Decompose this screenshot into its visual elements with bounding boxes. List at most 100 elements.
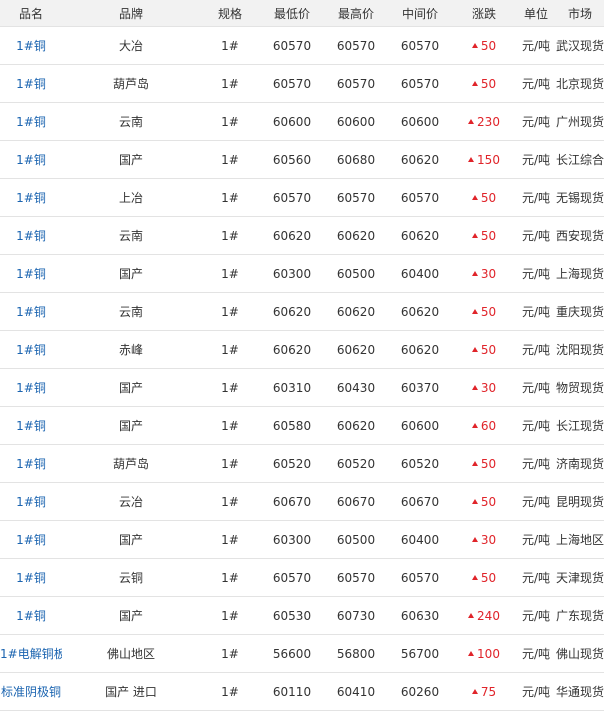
up-arrow-icon bbox=[471, 270, 478, 276]
market-cell: 长江综合 bbox=[556, 140, 604, 179]
high-price-cell: 60620 bbox=[324, 292, 388, 331]
product-name-link[interactable]: 1#铜 bbox=[0, 368, 62, 407]
low-price-cell: 60580 bbox=[260, 406, 324, 445]
market-cell: 无锡现货 bbox=[556, 178, 604, 217]
high-price-cell: 60600 bbox=[324, 102, 388, 141]
change-cell: 100 bbox=[452, 634, 516, 673]
table-row: 1#铜 葫芦岛 1# 60520 60520 60520 50 元/吨 济南现货 bbox=[0, 444, 604, 483]
unit-cell: 元/吨 bbox=[516, 64, 556, 103]
product-name-link[interactable]: 1#铜 bbox=[0, 254, 62, 293]
low-price-cell: 56600 bbox=[260, 634, 324, 673]
change-value: 230 bbox=[477, 114, 500, 129]
table-row: 1#铜 上冶 1# 60570 60570 60570 50 元/吨 无锡现货 bbox=[0, 178, 604, 217]
unit-cell: 元/吨 bbox=[516, 634, 556, 673]
brand-cell: 国产 bbox=[62, 596, 200, 635]
high-price-cell: 60500 bbox=[324, 254, 388, 293]
mid-price-cell: 60570 bbox=[388, 64, 452, 103]
change-cell: 60 bbox=[452, 406, 516, 445]
spec-cell: 1# bbox=[200, 292, 260, 331]
mid-price-cell: 60570 bbox=[388, 26, 452, 65]
table-row: 1#铜 大冶 1# 60570 60570 60570 50 元/吨 武汉现货 bbox=[0, 26, 604, 65]
table-row: 1#铜 云铜 1# 60570 60570 60570 50 元/吨 天津现货 bbox=[0, 558, 604, 597]
table-row: 1#铜 云南 1# 60620 60620 60620 50 元/吨 重庆现货 bbox=[0, 292, 604, 331]
change-value: 50 bbox=[480, 190, 497, 205]
product-name-link[interactable]: 1#铜 bbox=[0, 216, 62, 255]
product-name-link[interactable]: 1#电解铜板 bbox=[0, 634, 62, 673]
spec-cell: 1# bbox=[200, 368, 260, 407]
product-name-link[interactable]: 1#铜 bbox=[0, 482, 62, 521]
high-price-cell: 60500 bbox=[324, 520, 388, 559]
low-price-cell: 60300 bbox=[260, 520, 324, 559]
product-name-link[interactable]: 1#铜 bbox=[0, 444, 62, 483]
high-price-cell: 60570 bbox=[324, 26, 388, 65]
col-header-unit: 单位 bbox=[516, 0, 556, 27]
low-price-cell: 60620 bbox=[260, 330, 324, 369]
product-name-link[interactable]: 1#铜 bbox=[0, 520, 62, 559]
product-name-link[interactable]: 1#铜 bbox=[0, 140, 62, 179]
mid-price-cell: 60370 bbox=[388, 368, 452, 407]
change-cell: 150 bbox=[452, 140, 516, 179]
brand-cell: 上冶 bbox=[62, 178, 200, 217]
market-cell: 昆明现货 bbox=[556, 482, 604, 521]
low-price-cell: 60530 bbox=[260, 596, 324, 635]
low-price-cell: 60620 bbox=[260, 216, 324, 255]
up-arrow-icon bbox=[471, 308, 478, 314]
unit-cell: 元/吨 bbox=[516, 26, 556, 65]
product-name-link[interactable]: 标准阴极铜 bbox=[0, 672, 62, 711]
high-price-cell: 60520 bbox=[324, 444, 388, 483]
product-name-link[interactable]: 1#铜 bbox=[0, 406, 62, 445]
spec-cell: 1# bbox=[200, 330, 260, 369]
product-name-link[interactable]: 1#铜 bbox=[0, 26, 62, 65]
change-value: 30 bbox=[480, 266, 497, 281]
col-header-mid: 中间价 bbox=[388, 0, 452, 27]
col-header-brand: 品牌 bbox=[62, 0, 200, 27]
mid-price-cell: 60620 bbox=[388, 330, 452, 369]
price-table: 品名 品牌 规格 最低价 最高价 中间价 涨跌 单位 市场 1#铜 大冶 1# 605… bbox=[0, 0, 604, 711]
col-header-name: 品名 bbox=[0, 0, 62, 27]
brand-cell: 葫芦岛 bbox=[62, 64, 200, 103]
product-name-link[interactable]: 1#铜 bbox=[0, 558, 62, 597]
unit-cell: 元/吨 bbox=[516, 368, 556, 407]
low-price-cell: 60670 bbox=[260, 482, 324, 521]
product-name-link[interactable]: 1#铜 bbox=[0, 292, 62, 331]
change-value: 60 bbox=[480, 418, 497, 433]
col-header-change: 涨跌 bbox=[452, 0, 516, 27]
mid-price-cell: 60260 bbox=[388, 672, 452, 711]
product-name-link[interactable]: 1#铜 bbox=[0, 596, 62, 635]
spec-cell: 1# bbox=[200, 26, 260, 65]
unit-cell: 元/吨 bbox=[516, 140, 556, 179]
product-name-link[interactable]: 1#铜 bbox=[0, 102, 62, 141]
market-cell: 重庆现货 bbox=[556, 292, 604, 331]
table-row: 1#铜 国产 1# 60300 60500 60400 30 元/吨 上海地区 bbox=[0, 520, 604, 559]
unit-cell: 元/吨 bbox=[516, 596, 556, 635]
mid-price-cell: 60600 bbox=[388, 406, 452, 445]
market-cell: 广州现货 bbox=[556, 102, 604, 141]
col-header-low: 最低价 bbox=[260, 0, 324, 27]
up-arrow-icon bbox=[471, 80, 478, 86]
table-row: 1#铜 国产 1# 60560 60680 60620 150 元/吨 长江综合 bbox=[0, 140, 604, 179]
change-cell: 75 bbox=[452, 672, 516, 711]
mid-price-cell: 60400 bbox=[388, 254, 452, 293]
product-name-link[interactable]: 1#铜 bbox=[0, 64, 62, 103]
col-header-spec: 规格 bbox=[200, 0, 260, 27]
high-price-cell: 60620 bbox=[324, 406, 388, 445]
low-price-cell: 60560 bbox=[260, 140, 324, 179]
brand-cell: 国产 bbox=[62, 140, 200, 179]
high-price-cell: 60730 bbox=[324, 596, 388, 635]
high-price-cell: 56800 bbox=[324, 634, 388, 673]
market-cell: 沈阳现货 bbox=[556, 330, 604, 369]
change-cell: 50 bbox=[452, 64, 516, 103]
low-price-cell: 60570 bbox=[260, 558, 324, 597]
high-price-cell: 60670 bbox=[324, 482, 388, 521]
table-row: 1#铜 云冶 1# 60670 60670 60670 50 元/吨 昆明现货 bbox=[0, 482, 604, 521]
market-cell: 广东现货 bbox=[556, 596, 604, 635]
low-price-cell: 60600 bbox=[260, 102, 324, 141]
brand-cell: 国产 进口 bbox=[62, 672, 200, 711]
product-name-link[interactable]: 1#铜 bbox=[0, 330, 62, 369]
unit-cell: 元/吨 bbox=[516, 672, 556, 711]
unit-cell: 元/吨 bbox=[516, 482, 556, 521]
change-cell: 30 bbox=[452, 368, 516, 407]
product-name-link[interactable]: 1#铜 bbox=[0, 178, 62, 217]
table-row: 1#铜 国产 1# 60580 60620 60600 60 元/吨 长江现货 bbox=[0, 406, 604, 445]
up-arrow-icon bbox=[471, 688, 478, 694]
